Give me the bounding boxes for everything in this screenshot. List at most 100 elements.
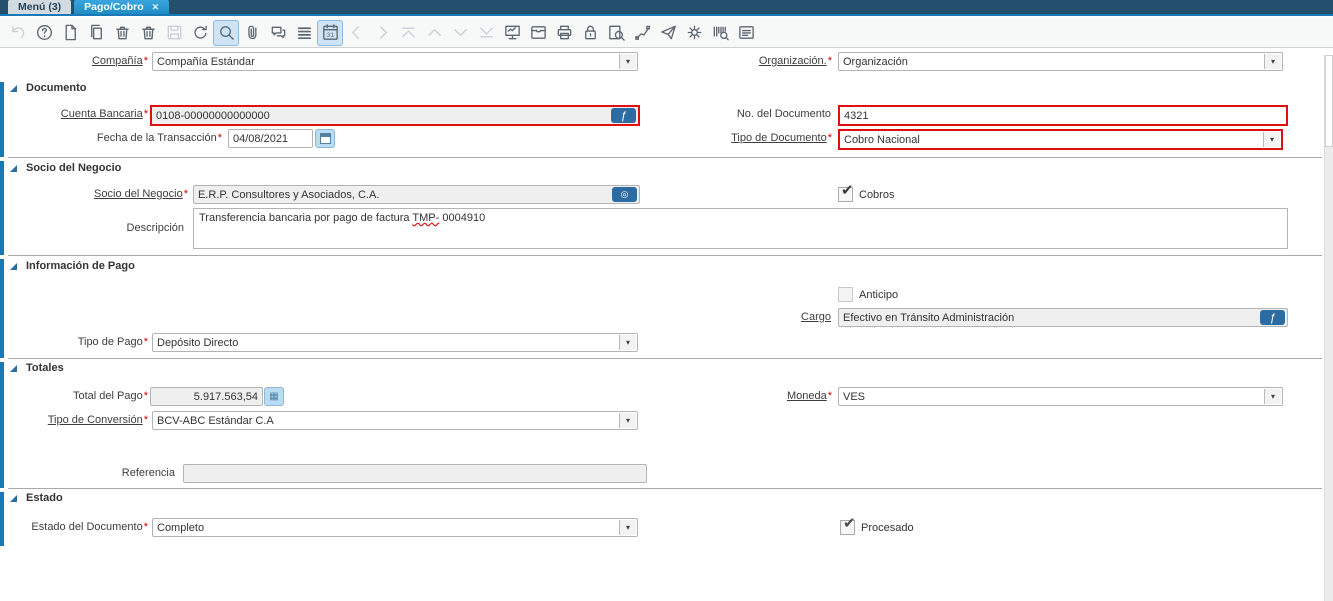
- refresh-icon[interactable]: [187, 20, 213, 46]
- vertical-scrollbar[interactable]: [1324, 55, 1333, 601]
- calendar-icon[interactable]: 31: [317, 19, 343, 46]
- socio-negocio-field[interactable]: E.R.P. Consultores y Asociados, C.A. ◎: [193, 185, 640, 204]
- section-separator: [8, 157, 1322, 158]
- descripcion-label: Descripción: [126, 222, 184, 234]
- cuenta-bancaria-field[interactable]: 0108-00000000000000 ƒ: [150, 105, 640, 126]
- chevron-down-icon[interactable]: ▾: [1264, 54, 1281, 69]
- descripcion-textarea[interactable]: Transferencia bancaria por pago de factu…: [193, 208, 1288, 249]
- section-informacion-pago[interactable]: Información de Pago: [10, 260, 135, 272]
- tipo-conversion-label[interactable]: Tipo de Conversión*: [0, 411, 148, 430]
- account-lookup-button[interactable]: ƒ: [611, 108, 636, 123]
- calendar-picker-button[interactable]: [315, 129, 335, 148]
- down-icon[interactable]: [447, 20, 473, 46]
- lock-icon[interactable]: [577, 20, 603, 46]
- archive-icon[interactable]: [525, 20, 551, 46]
- first-record-icon[interactable]: [395, 20, 421, 46]
- checkbox[interactable]: ✔: [840, 515, 856, 535]
- find-icon[interactable]: [213, 19, 239, 46]
- checkbox[interactable]: ✔: [838, 182, 854, 202]
- tab-pago-cobro-label: Pago/Cobro: [84, 1, 144, 13]
- copy-record-icon[interactable]: [83, 20, 109, 46]
- chevron-down-icon[interactable]: ▾: [619, 335, 636, 350]
- section-accent-bar: [0, 161, 4, 255]
- preferences-icon[interactable]: [681, 20, 707, 46]
- estado-documento-label: Estado del Documento*: [31, 521, 148, 533]
- attachment-icon[interactable]: [239, 20, 265, 46]
- print-icon[interactable]: [551, 20, 577, 46]
- barcode-scan-icon[interactable]: [707, 20, 733, 46]
- partner-info-button[interactable]: ◎: [612, 187, 637, 202]
- compania-label[interactable]: Compañía*: [0, 52, 148, 71]
- tab-pago-cobro[interactable]: Pago/Cobro ✕: [74, 0, 170, 14]
- delete-record-icon[interactable]: [109, 20, 135, 46]
- organizacion-select[interactable]: Organización ▾: [838, 52, 1283, 71]
- checkbox[interactable]: [838, 287, 853, 302]
- up-icon[interactable]: [421, 20, 447, 46]
- check-icon: ✔: [841, 182, 854, 199]
- procesado-label: Procesado: [861, 521, 914, 534]
- send-mail-icon[interactable]: [655, 20, 681, 46]
- moneda-label[interactable]: Moneda*: [640, 387, 832, 406]
- anticipo-checkbox[interactable]: Anticipo: [838, 287, 898, 302]
- undo-icon[interactable]: [5, 20, 31, 46]
- section-estado[interactable]: Estado: [10, 492, 63, 504]
- new-record-icon[interactable]: [57, 20, 83, 46]
- close-tab-icon[interactable]: ✕: [152, 2, 160, 13]
- cargo-field[interactable]: Efectivo en Tránsito Administración ƒ: [838, 308, 1288, 327]
- collapse-triangle-icon: [10, 262, 17, 270]
- chevron-down-icon[interactable]: ▾: [1263, 132, 1280, 147]
- cobros-checkbox[interactable]: ✔ Cobros: [838, 182, 895, 202]
- no-documento-input[interactable]: 4321: [838, 105, 1288, 126]
- cobros-label: Cobros: [859, 188, 895, 201]
- chat-icon[interactable]: [265, 20, 291, 46]
- misspelled-word: TMP-: [412, 212, 440, 224]
- last-record-icon[interactable]: [473, 20, 499, 46]
- anticipo-label: Anticipo: [859, 288, 899, 301]
- grid-toggle-icon[interactable]: [291, 20, 317, 46]
- help-icon[interactable]: [31, 20, 57, 46]
- no-documento-label: No. del Documento: [736, 108, 831, 120]
- toolbar: 31: [0, 18, 1333, 48]
- organizacion-label[interactable]: Organización.*: [640, 52, 832, 71]
- collapse-triangle-icon: [10, 494, 17, 502]
- report-icon[interactable]: [499, 20, 525, 46]
- save-icon[interactable]: [161, 20, 187, 46]
- section-separator: [8, 255, 1322, 256]
- total-pago-label: Total del Pago*: [73, 390, 148, 402]
- collapse-triangle-icon: [10, 84, 17, 92]
- compania-select[interactable]: Compañía Estándar ▾: [152, 52, 638, 71]
- section-separator: [8, 488, 1322, 489]
- scrollbar-thumb[interactable]: [1325, 55, 1333, 147]
- calculator-icon: ▦: [269, 391, 279, 402]
- next-record-icon[interactable]: [369, 20, 395, 46]
- workflow-icon[interactable]: [629, 20, 655, 46]
- delete-selection-icon[interactable]: [135, 20, 161, 46]
- referencia-input[interactable]: [183, 464, 647, 483]
- tipo-documento-select[interactable]: Cobro Nacional ▾: [838, 129, 1283, 150]
- tipo-pago-select[interactable]: Depósito Directo ▾: [152, 333, 638, 352]
- chevron-down-icon[interactable]: ▾: [1264, 389, 1281, 404]
- total-pago-input[interactable]: 5.917.563,54: [150, 387, 263, 406]
- estado-documento-select[interactable]: Completo ▾: [152, 518, 638, 537]
- fecha-transaccion-input[interactable]: 04/08/2021: [228, 129, 313, 148]
- previous-record-icon[interactable]: [343, 20, 369, 46]
- socio-negocio-label[interactable]: Socio del Negocio*: [0, 185, 188, 204]
- chevron-down-icon[interactable]: ▾: [619, 413, 636, 428]
- section-documento[interactable]: Documento: [10, 82, 87, 94]
- calculator-button[interactable]: ▦: [264, 387, 284, 406]
- help-window-icon[interactable]: [733, 20, 759, 46]
- cargo-label[interactable]: Cargo: [640, 308, 832, 327]
- chevron-down-icon[interactable]: ▾: [619, 520, 636, 535]
- procesado-checkbox[interactable]: ✔ Procesado: [840, 515, 914, 535]
- tab-menu[interactable]: Menú (3): [8, 0, 72, 14]
- check-icon: ✔: [843, 515, 856, 532]
- tipo-documento-label[interactable]: Tipo de Documento*: [640, 129, 832, 148]
- section-socio-negocio[interactable]: Socio del Negocio: [10, 162, 121, 174]
- chevron-down-icon[interactable]: ▾: [619, 54, 636, 69]
- tipo-conversion-select[interactable]: BCV-ABC Estándar C.A ▾: [152, 411, 638, 430]
- moneda-select[interactable]: VES ▾: [838, 387, 1283, 406]
- print-preview-icon[interactable]: [603, 20, 629, 46]
- cuenta-bancaria-label[interactable]: Cuenta Bancaria*: [0, 105, 148, 124]
- section-totales[interactable]: Totales: [10, 362, 64, 374]
- charge-lookup-button[interactable]: ƒ: [1260, 310, 1285, 325]
